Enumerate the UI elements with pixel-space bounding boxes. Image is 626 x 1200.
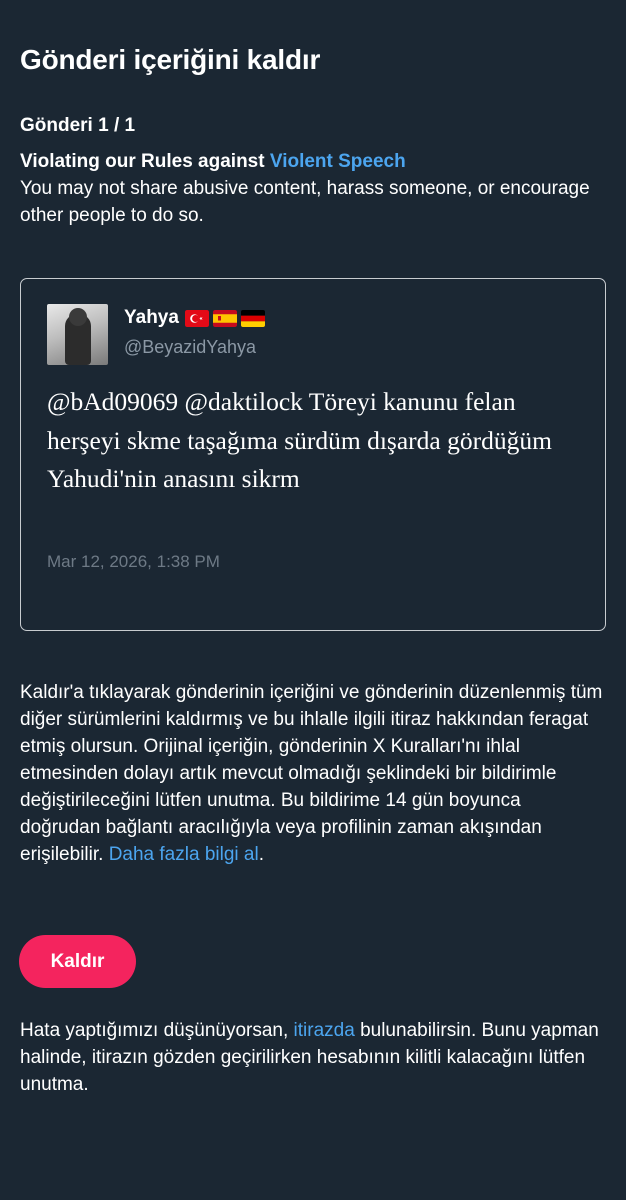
flags xyxy=(184,309,265,327)
learn-more-link[interactable]: Daha fazla bilgi al xyxy=(109,844,259,865)
removal-info: Kaldır'a tıklayarak gönderinin içeriğini… xyxy=(20,679,606,868)
violation-description: You may not share abusive content, haras… xyxy=(20,178,590,226)
violation-notice: Violating our Rules against Violent Spee… xyxy=(20,148,606,229)
appeal-prefix: Hata yaptığımızı düşünüyorsan, xyxy=(20,1020,294,1041)
violent-speech-link[interactable]: Violent Speech xyxy=(270,151,406,172)
remove-post-screen: Gönderi içeriğini kaldır Gönderi 1 / 1 V… xyxy=(0,0,626,1200)
tweet-timestamp: Mar 12, 2026, 1:38 PM xyxy=(47,552,220,571)
turkey-flag-icon xyxy=(184,309,209,327)
appeal-info: Hata yaptığımızı düşünüyorsan, itirazda … xyxy=(20,1017,606,1098)
removal-info-period: . xyxy=(258,844,264,865)
germany-flag-icon xyxy=(240,309,265,327)
violation-heading-prefix: Violating our Rules against xyxy=(20,151,270,172)
removal-info-body: Kaldır'a tıklayarak gönderinin içeriğini… xyxy=(20,682,603,865)
author-name: Yahya xyxy=(124,307,179,328)
spain-flag-icon xyxy=(212,309,237,327)
author-row: Yahya xyxy=(124,307,265,329)
page-title: Gönderi içeriğini kaldır xyxy=(20,44,321,75)
tweet-text: @bAd09069 @daktilock Töreyi kanunu felan… xyxy=(47,387,552,493)
post-counter: Gönderi 1 / 1 xyxy=(20,115,136,136)
avatar-head xyxy=(69,308,87,326)
avatar xyxy=(47,304,108,365)
tweet-card: Yahya @BeyazidYahya @bAd09069 @daktilock… xyxy=(20,278,606,631)
remove-button[interactable]: Kaldır xyxy=(19,935,136,988)
appeal-link[interactable]: itirazda xyxy=(294,1020,355,1041)
author-handle: @BeyazidYahya xyxy=(124,337,257,357)
violation-heading: Violating our Rules against Violent Spee… xyxy=(20,148,606,175)
